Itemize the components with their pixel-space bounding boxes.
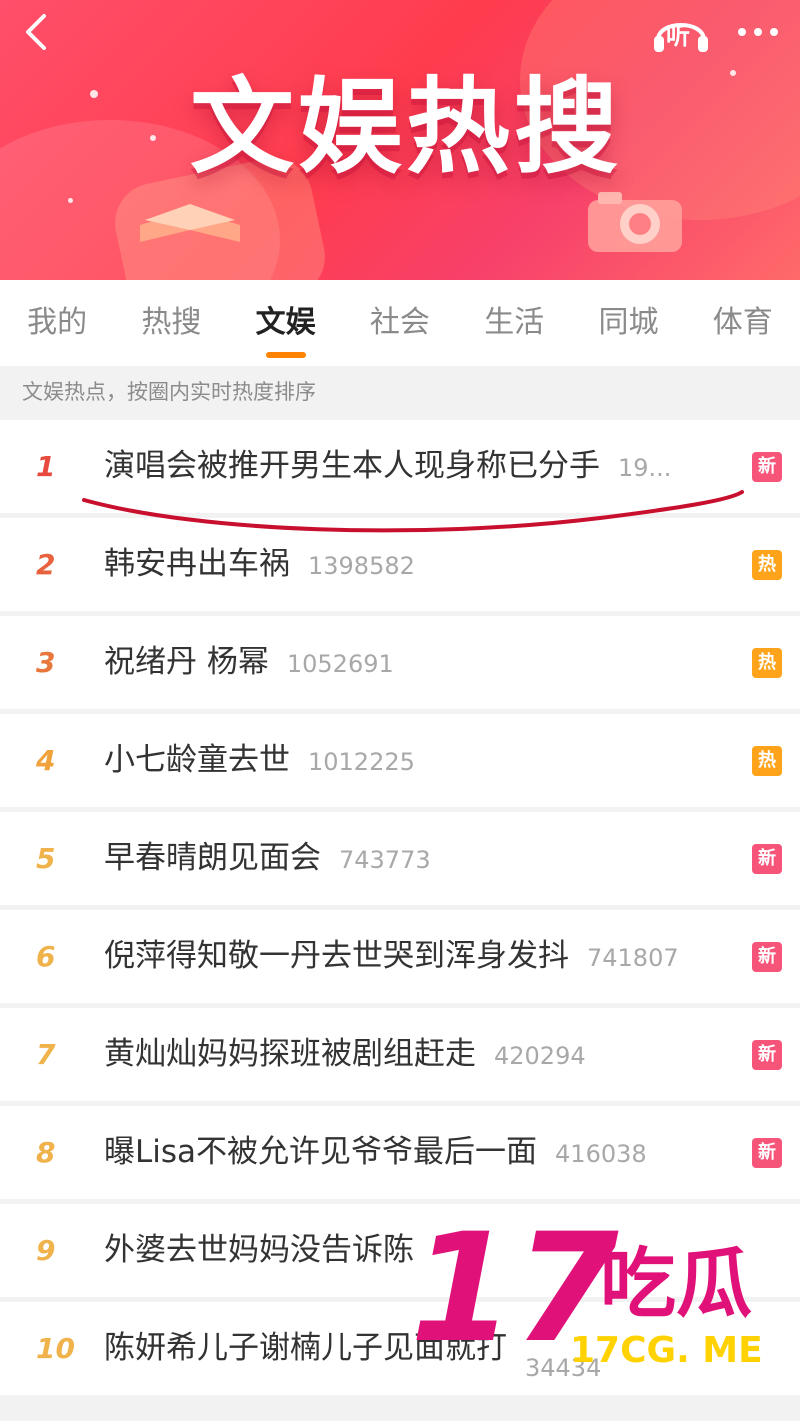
rank-number: 1 [36,450,56,483]
rank-number: 10 [36,1332,75,1365]
heat-count: 1052691 [286,650,394,678]
new-badge: 新 [752,1040,782,1070]
list-item[interactable]: 9 外婆去世妈妈没告诉陈 [0,1204,800,1297]
sparkle-icon [68,198,73,203]
heat-count: 741807 [587,944,679,972]
new-badge: 新 [752,942,782,972]
list-item[interactable]: 5 早春晴朗见面会 743773 新 [0,812,800,905]
topic-title[interactable]: 演唱会被推开男生本人现身称已分手 19... [104,420,671,513]
topic-title[interactable]: 祝绪丹 杨幂 1052691 [104,616,394,709]
topic-title-text: 演唱会被推开男生本人现身称已分手 [104,448,600,484]
topic-title-text: 曝Lisa不被允许见爷爷最后一面 [104,1134,538,1170]
rank-number: 9 [36,1234,56,1267]
list-item[interactable]: 8 曝Lisa不被允许见爷爷最后一面 416038 新 [0,1106,800,1199]
more-icon[interactable] [728,12,788,52]
tab-entertainment[interactable]: 文娱 [229,280,343,366]
topic-title-text: 黄灿灿妈妈探班被剧组赶走 [104,1036,476,1072]
hot-badge: 热 [752,648,782,678]
heat-count: 1398582 [308,552,415,580]
topic-title-text: 外婆去世妈妈没告诉陈 [104,1232,414,1268]
rank-number: 7 [36,1038,56,1071]
heat-count: 34434 [525,1354,602,1382]
heat-count: 420294 [494,1042,586,1070]
back-icon[interactable] [14,8,62,56]
rank-number: 3 [36,646,56,679]
topic-title[interactable]: 外婆去世妈妈没告诉陈 [104,1204,432,1297]
rank-number: 6 [36,940,56,973]
new-badge: 新 [752,452,782,482]
rank-number: 2 [36,548,56,581]
new-badge: 新 [752,1138,782,1168]
list-item[interactable]: 3 祝绪丹 杨幂 1052691 热 [0,616,800,709]
topic-title[interactable]: 小七龄童去世 1012225 [104,714,415,807]
heat-count: 1012225 [308,748,415,776]
list-item[interactable]: 7 黄灿灿妈妈探班被剧组赶走 420294 新 [0,1008,800,1101]
header-banner: 文娱热搜 听 [0,0,800,280]
sparkle-icon [90,90,98,98]
tab-local[interactable]: 同城 [571,280,685,366]
topic-title[interactable]: 黄灿灿妈妈探班被剧组赶走 420294 [104,1008,586,1101]
topic-title-text: 陈妍希儿子谢楠儿子见面就打 [104,1330,507,1366]
hot-search-list: 1 演唱会被推开男生本人现身称已分手 19... 新 2 韩安冉出车祸 139858… [0,420,800,1400]
topic-title[interactable]: 陈妍希儿子谢楠儿子见面就打 34434 [104,1302,601,1395]
hot-badge: 热 [752,746,782,776]
topic-title[interactable]: 韩安冉出车祸 1398582 [104,518,415,611]
tab-sports[interactable]: 体育 [686,280,800,366]
list-item[interactable]: 1 演唱会被推开男生本人现身称已分手 19... 新 [0,420,800,513]
topic-title-text: 韩安冉出车祸 [104,546,290,582]
topic-title-text: 祝绪丹 杨幂 [104,644,269,680]
listen-label: 听 [666,22,690,50]
sparkle-icon [150,135,156,141]
topic-title[interactable]: 倪萍得知敬一丹去世哭到浑身发抖 741807 [104,910,679,1003]
list-description: 文娱热点，按圈内实时热度排序 [0,366,800,418]
tab-hot-search[interactable]: 热搜 [114,280,228,366]
hot-badge: 热 [752,550,782,580]
rank-number: 8 [36,1136,56,1169]
list-item[interactable]: 2 韩安冉出车祸 1398582 热 [0,518,800,611]
topic-title[interactable]: 曝Lisa不被允许见爷爷最后一面 416038 [104,1106,647,1199]
tab-mine[interactable]: 我的 [0,280,114,366]
list-item[interactable]: 6 倪萍得知敬一丹去世哭到浑身发抖 741807 新 [0,910,800,1003]
rank-number: 4 [36,744,56,777]
heat-count: 416038 [555,1140,647,1168]
tab-society[interactable]: 社会 [343,280,457,366]
list-item[interactable]: 10 陈妍希儿子谢楠儿子见面就打 34434 [0,1302,800,1395]
listen-button[interactable]: 听 [650,10,712,54]
banner-title: 文娱热搜 [190,66,623,188]
tab-life[interactable]: 生活 [457,280,571,366]
topic-title[interactable]: 早春晴朗见面会 743773 [104,812,431,905]
rank-number: 5 [36,842,56,875]
new-badge: 新 [752,844,782,874]
category-tabs: 我的 热搜 文娱 社会 生活 同城 体育 [0,280,800,366]
sparkle-icon [730,70,736,76]
topic-title-text: 倪萍得知敬一丹去世哭到浑身发抖 [104,938,569,974]
topic-title-text: 小七龄童去世 [104,742,290,778]
heat-count: 743773 [339,846,431,874]
camera-icon [588,192,682,252]
topic-title-text: 早春晴朗见面会 [104,840,321,876]
heat-count: 19... [618,454,672,482]
list-item[interactable]: 4 小七龄童去世 1012225 热 [0,714,800,807]
